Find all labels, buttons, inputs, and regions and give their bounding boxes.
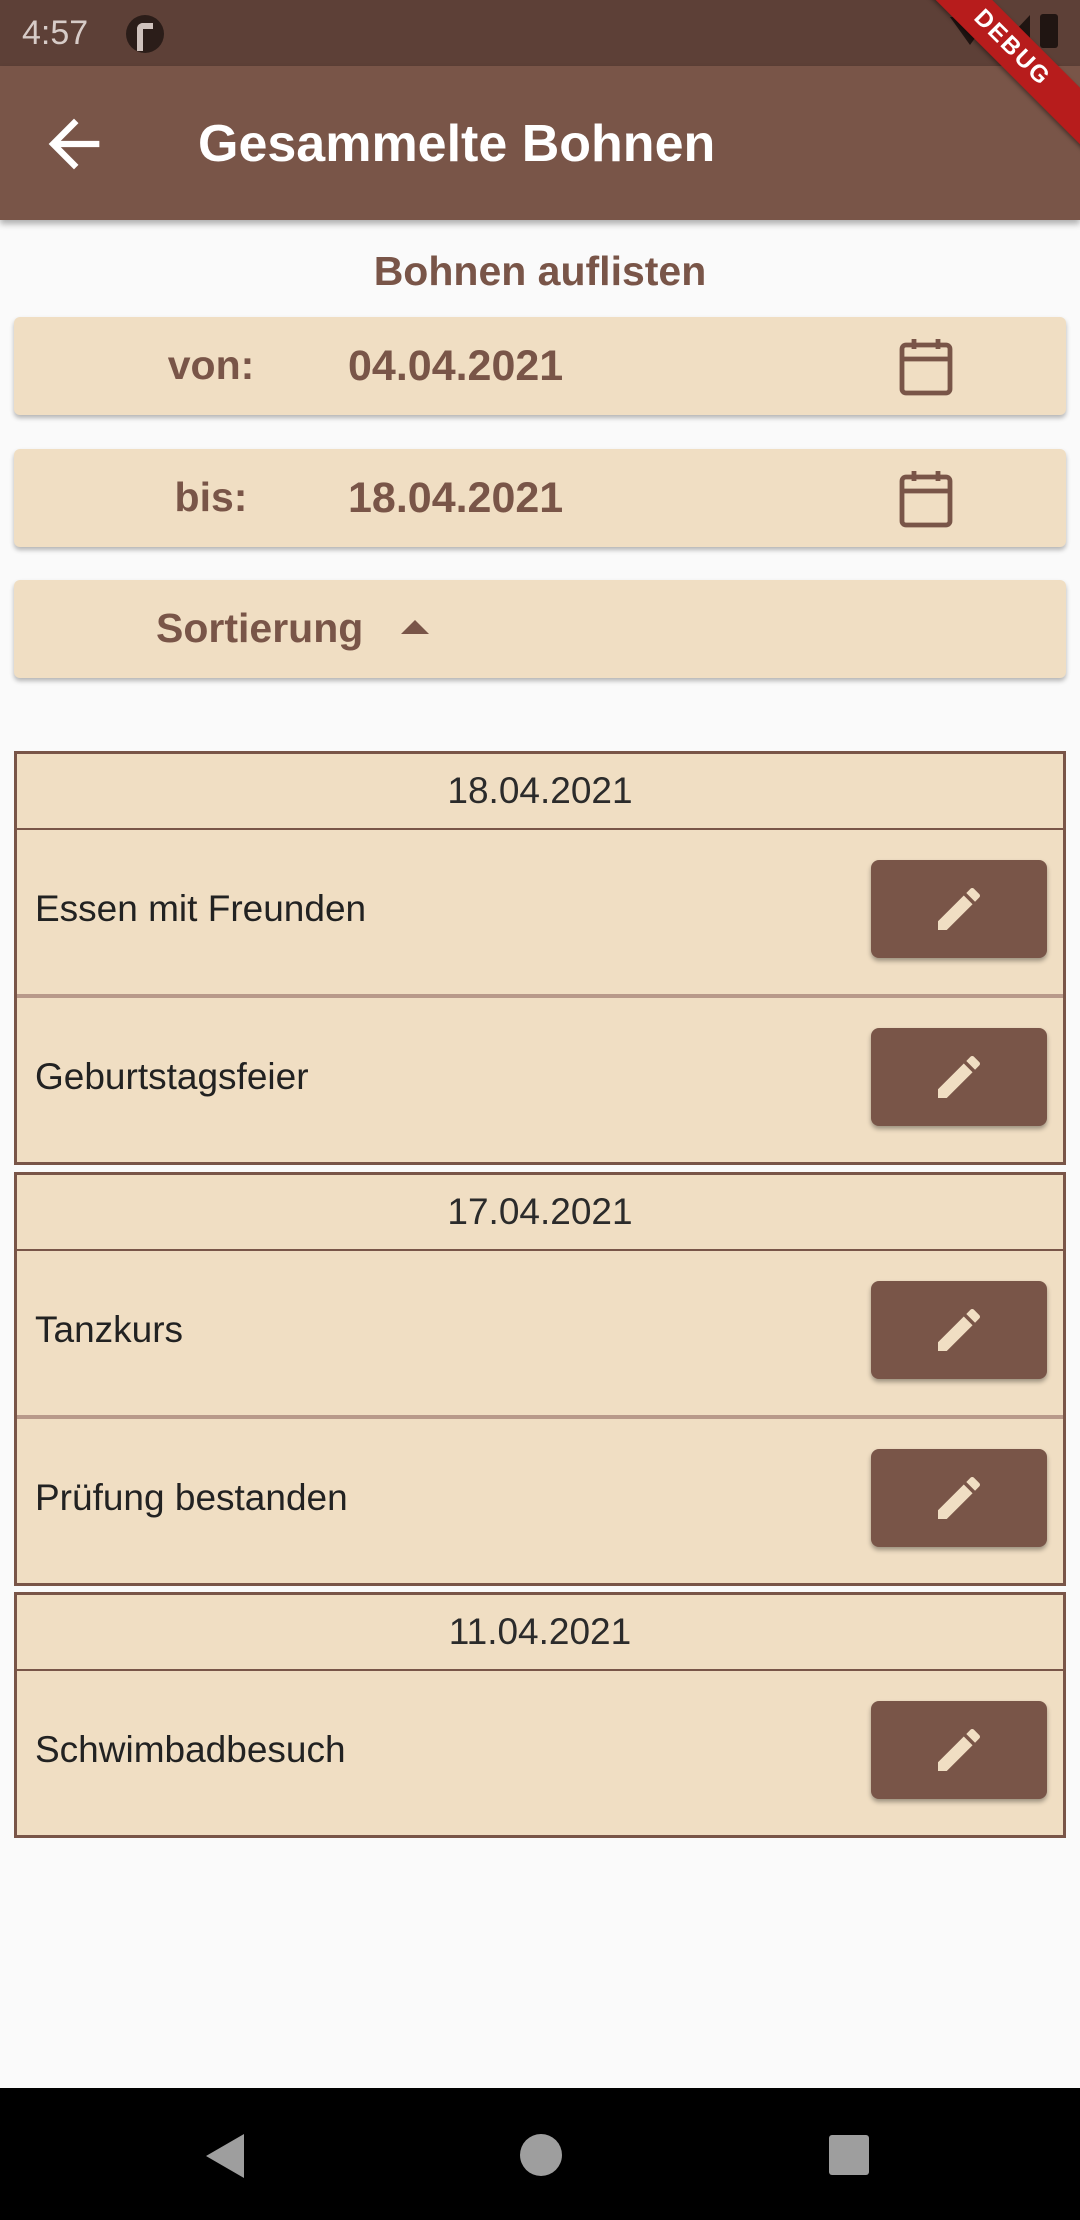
list-item: Tanzkurs [17, 1251, 1063, 1419]
entry-name: Tanzkurs [35, 1309, 184, 1350]
edit-button[interactable] [871, 1701, 1047, 1799]
page-title: Gesammelte Bohnen [198, 115, 716, 173]
edit-icon [938, 1308, 981, 1351]
date-group: 17.04.2021 Tanzkurs Prüfung bestanden [14, 1172, 1066, 1586]
date-group: 18.04.2021 Essen mit Freunden Geburtstag… [14, 751, 1066, 1165]
status-time: 4:57 [22, 14, 89, 52]
group-date: 11.04.2021 [17, 1595, 1063, 1671]
from-date-value: 04.04.2021 [348, 342, 564, 390]
edit-button[interactable] [871, 1449, 1047, 1547]
edit-icon [938, 1728, 981, 1771]
list-item: Schwimbadbesuch [17, 1671, 1063, 1835]
group-date: 18.04.2021 [17, 754, 1063, 830]
to-date-value: 18.04.2021 [348, 474, 564, 522]
edit-button[interactable] [871, 860, 1047, 958]
edit-button[interactable] [871, 1028, 1047, 1126]
list-item: Essen mit Freunden [17, 830, 1063, 998]
edit-icon [938, 1055, 981, 1098]
edit-button[interactable] [871, 1281, 1047, 1379]
from-date-field[interactable]: von: 04.04.2021 [14, 317, 1066, 415]
notification-app-icon [126, 15, 164, 53]
calendar-icon[interactable] [898, 469, 954, 529]
calendar-icon[interactable] [898, 337, 954, 397]
to-date-field[interactable]: bis: 18.04.2021 [14, 449, 1066, 547]
entry-name: Geburtstagsfeier [35, 1056, 309, 1097]
list-item: Geburtstagsfeier [17, 998, 1063, 1162]
arrow-up-icon [401, 620, 429, 634]
from-label: von: [167, 342, 255, 388]
section-title: Bohnen auflisten [373, 248, 707, 294]
nav-home-icon[interactable] [520, 2134, 562, 2176]
nav-recents-icon[interactable] [829, 2135, 869, 2175]
to-label: bis: [174, 474, 248, 520]
debug-banner: DEBUG [910, 0, 1080, 155]
back-button[interactable] [36, 106, 112, 182]
arrow-back-icon [48, 118, 100, 170]
group-date: 17.04.2021 [17, 1175, 1063, 1251]
edit-icon [938, 1476, 981, 1519]
date-group: 11.04.2021 Schwimbadbesuch [14, 1592, 1066, 1838]
debug-banner-clip: DEBUG [910, 0, 1080, 170]
nav-back-icon[interactable] [206, 2134, 244, 2178]
edit-icon [938, 887, 981, 930]
entry-name: Prüfung bestanden [35, 1477, 348, 1518]
entry-name: Schwimbadbesuch [35, 1729, 346, 1770]
list-item: Prüfung bestanden [17, 1419, 1063, 1583]
sort-button[interactable]: Sortierung [14, 580, 1066, 678]
sort-label: Sortierung [156, 605, 364, 651]
entry-name: Essen mit Freunden [35, 888, 367, 929]
system-nav-bar [0, 2088, 1080, 2220]
